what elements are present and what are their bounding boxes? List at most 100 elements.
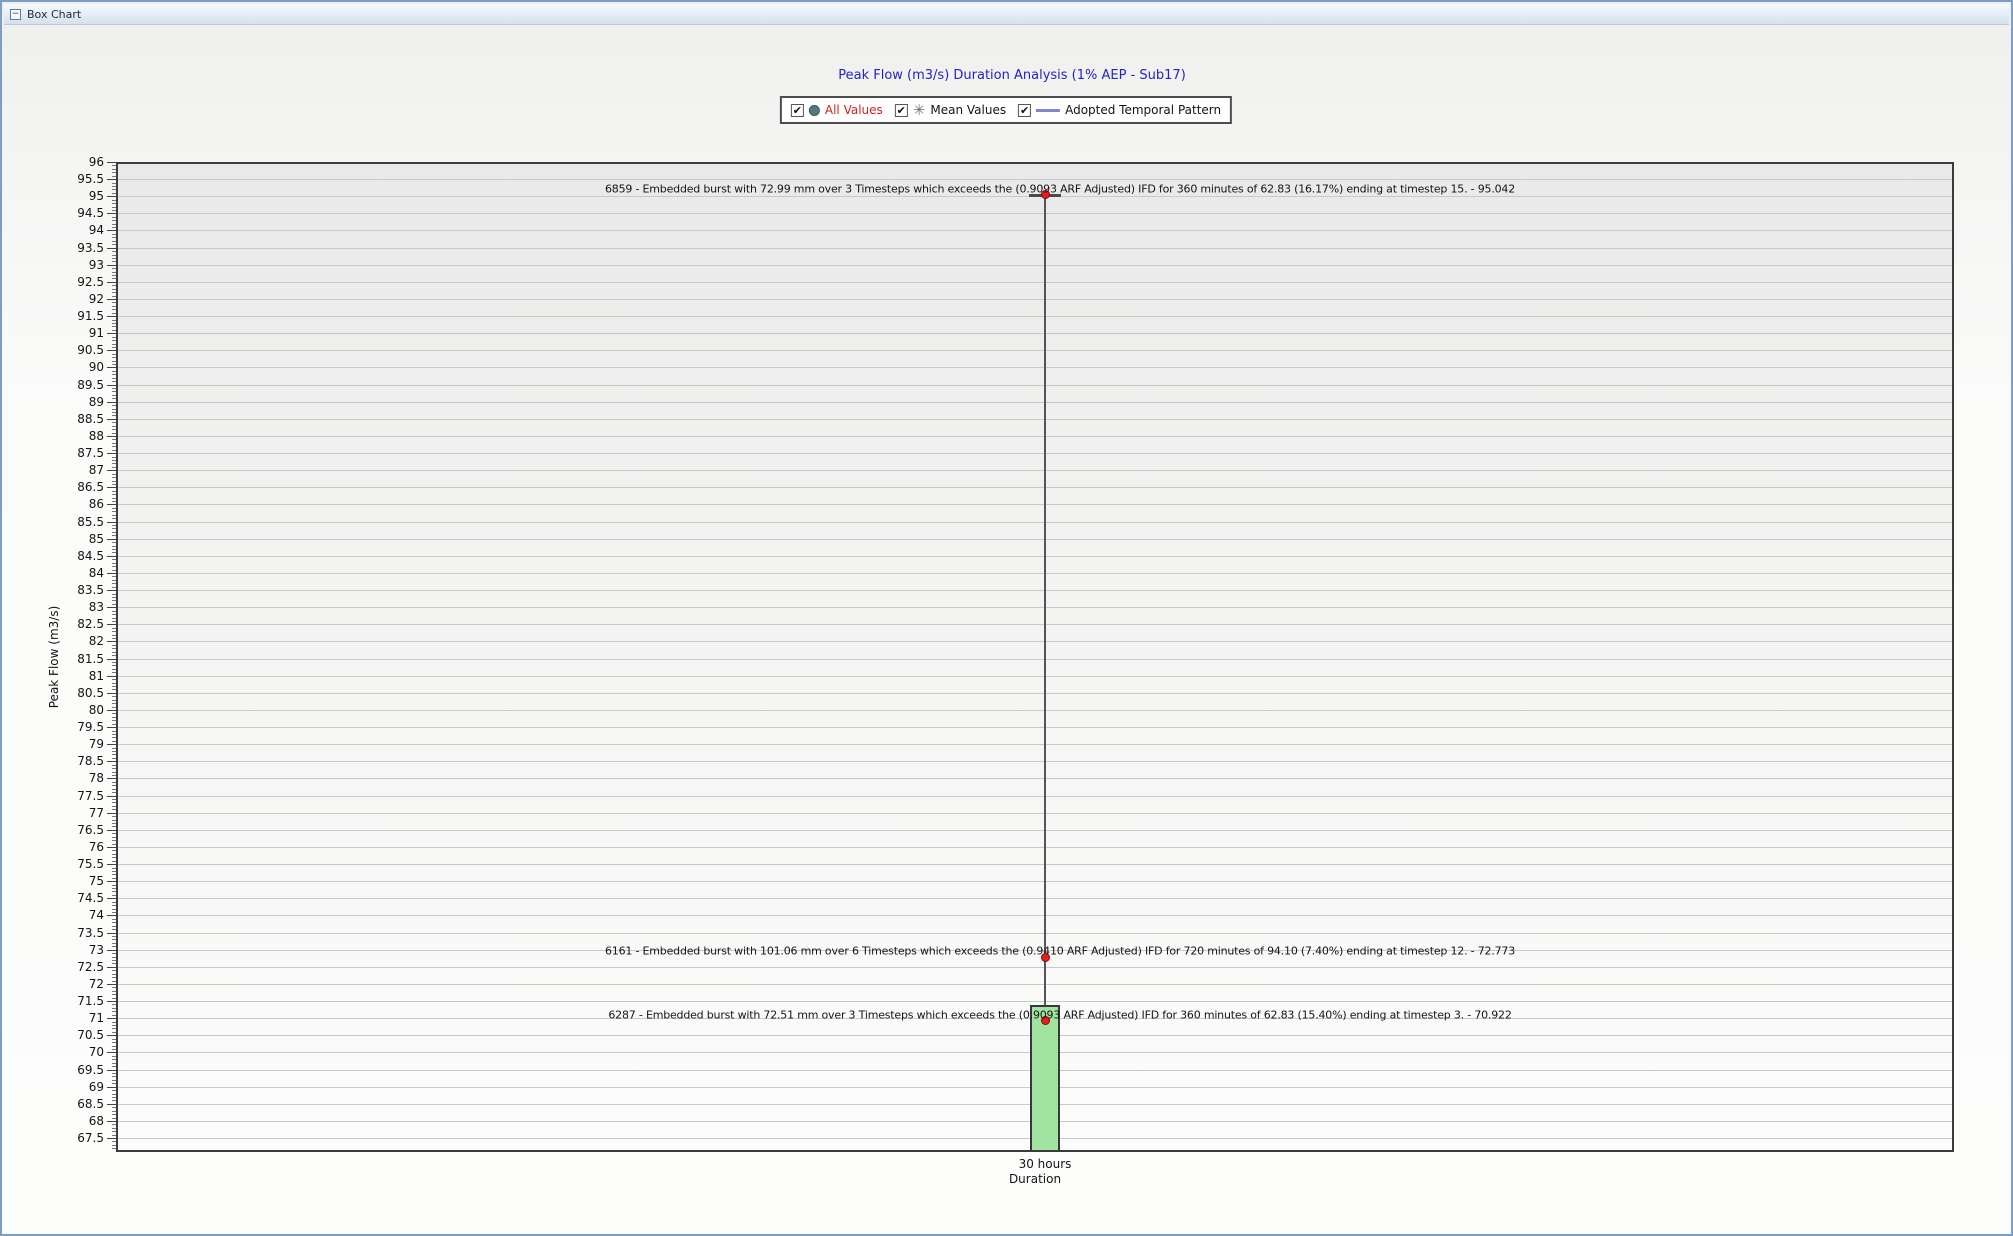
gridline: [118, 556, 1952, 557]
gridline: [118, 1001, 1952, 1002]
y-tick-label: 84.5: [22, 549, 104, 563]
y-major-tick: [107, 453, 116, 454]
y-major-tick: [107, 196, 116, 197]
y-major-tick: [107, 265, 116, 266]
y-tick-label: 90.5: [22, 343, 104, 357]
gridline: [118, 453, 1952, 454]
gridline: [118, 864, 1952, 865]
y-major-tick: [107, 248, 116, 249]
y-major-tick: [107, 1087, 116, 1088]
y-tick-label: 69: [22, 1080, 104, 1094]
y-tick-label: 90: [22, 360, 104, 374]
y-tick-label: 73.5: [22, 926, 104, 940]
gridline: [118, 402, 1952, 403]
y-tick-label: 88: [22, 429, 104, 443]
gridline: [118, 504, 1952, 505]
gridline: [118, 333, 1952, 334]
y-tick-label: 96: [22, 155, 104, 169]
gridline: [118, 915, 1952, 916]
legend-item-mean-values: ✔✳Mean Values: [895, 103, 1006, 117]
y-major-tick: [107, 1104, 116, 1105]
y-tick-label: 91.5: [22, 309, 104, 323]
y-major-tick: [107, 282, 116, 283]
legend-checkbox-adopted-temporal-pattern[interactable]: ✔: [1018, 104, 1031, 117]
collapse-icon[interactable]: −: [10, 9, 21, 20]
gridline: [118, 710, 1952, 711]
y-tick-label: 83.5: [22, 583, 104, 597]
y-tick-label: 76: [22, 840, 104, 854]
gridline: [118, 898, 1952, 899]
legend-checkbox-all-values[interactable]: ✔: [791, 104, 804, 117]
y-tick-label: 76.5: [22, 823, 104, 837]
y-major-tick: [107, 539, 116, 540]
annotation-label: 6287 - Embedded burst with 72.51 mm over…: [608, 1008, 1511, 1021]
gridline: [118, 693, 1952, 694]
y-tick-label: 92.5: [22, 275, 104, 289]
y-major-tick: [107, 967, 116, 968]
y-major-tick: [107, 1052, 116, 1053]
y-tick-label: 85: [22, 532, 104, 546]
y-tick-label: 86: [22, 497, 104, 511]
y-major-tick: [107, 693, 116, 694]
y-major-tick: [107, 1018, 116, 1019]
gridline: [118, 984, 1952, 985]
annotation-label: 6161 - Embedded burst with 101.06 mm ove…: [605, 945, 1515, 958]
y-major-tick: [107, 950, 116, 951]
legend-checkbox-mean-values[interactable]: ✔: [895, 104, 908, 117]
y-major-tick: [107, 333, 116, 334]
legend-item-all-values: ✔All Values: [791, 103, 883, 117]
y-major-tick: [107, 607, 116, 608]
y-major-tick: [107, 641, 116, 642]
legend: ✔All Values ✔✳Mean Values ✔Adopted Tempora…: [780, 96, 1232, 124]
y-major-tick: [107, 316, 116, 317]
gridline: [118, 179, 1952, 180]
y-tick-label: 74.5: [22, 891, 104, 905]
y-tick-label: 95: [22, 189, 104, 203]
gridline: [118, 282, 1952, 283]
gridline: [118, 813, 1952, 814]
y-major-tick: [107, 1138, 116, 1139]
gridline: [118, 436, 1952, 437]
y-tick-label: 80: [22, 703, 104, 717]
y-tick-label: 95.5: [22, 172, 104, 186]
y-tick-label: 79.5: [22, 720, 104, 734]
gridline: [118, 641, 1952, 642]
y-tick-label: 79: [22, 737, 104, 751]
gridline: [118, 761, 1952, 762]
window-title: Box Chart: [27, 8, 81, 21]
gridline: [118, 367, 1952, 368]
y-major-tick: [107, 710, 116, 711]
gridline: [118, 676, 1952, 677]
y-major-tick: [107, 230, 116, 231]
gridline: [118, 316, 1952, 317]
y-major-tick: [107, 761, 116, 762]
y-major-tick: [107, 385, 116, 386]
y-major-tick: [107, 162, 116, 163]
y-tick-label: 75.5: [22, 857, 104, 871]
gridline: [118, 847, 1952, 848]
x-axis-title: Duration: [1009, 1172, 1061, 1186]
gridline: [118, 590, 1952, 591]
y-major-tick: [107, 419, 116, 420]
y-major-tick: [107, 933, 116, 934]
gridline: [118, 539, 1952, 540]
y-tick-label: 93.5: [22, 241, 104, 255]
y-tick-label: 72: [22, 977, 104, 991]
y-tick-label: 87: [22, 463, 104, 477]
gridline: [118, 778, 1952, 779]
legend-item-adopted-temporal-pattern: ✔Adopted Temporal Pattern: [1018, 103, 1221, 117]
gridline: [118, 230, 1952, 231]
y-major-tick: [107, 778, 116, 779]
gridline: [118, 573, 1952, 574]
gridline: [118, 796, 1952, 797]
y-tick-label: 88.5: [22, 412, 104, 426]
y-major-tick: [107, 796, 116, 797]
y-major-tick: [107, 1070, 116, 1071]
y-tick-label: 71.5: [22, 994, 104, 1008]
y-major-tick: [107, 350, 116, 351]
y-major-tick: [107, 915, 116, 916]
gridline: [118, 607, 1952, 608]
y-tick-label: 70.5: [22, 1028, 104, 1042]
y-tick-label: 82: [22, 634, 104, 648]
y-tick-label: 73: [22, 943, 104, 957]
